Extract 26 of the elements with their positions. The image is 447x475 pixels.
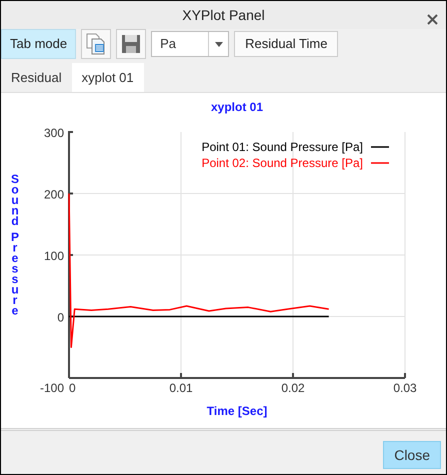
tick-label: 0 <box>57 310 64 324</box>
close-button[interactable]: Close <box>383 441 441 469</box>
legend-label: Point 02: Sound Pressure [Pa] <box>202 156 363 170</box>
axis-title: Time [Sec] <box>206 404 268 418</box>
tab[interactable]: Residual <box>1 63 72 92</box>
unit-dropdown[interactable]: Pa <box>151 31 230 57</box>
tick-label: 100 <box>44 249 64 263</box>
tab-mode-button[interactable]: Tab mode <box>1 29 76 59</box>
documents-icon <box>86 33 106 55</box>
tick-label: -100 <box>40 381 64 395</box>
tick-label: 200 <box>44 188 64 202</box>
tick-label: 0.01 <box>169 381 193 395</box>
caret-icon <box>214 42 223 46</box>
axis-title: Sound Pressure <box>11 172 19 318</box>
copy-button[interactable] <box>81 29 112 59</box>
tick-label: 300 <box>44 126 64 140</box>
close-icon[interactable] <box>427 14 438 26</box>
window-title: XYPlot Panel <box>182 6 265 24</box>
residual-time-button[interactable]: Residual Time <box>234 31 338 57</box>
chart-title: xyplot 01 <box>210 100 264 114</box>
tick-label: 0.02 <box>281 381 305 395</box>
tab[interactable]: xyplot 01 <box>72 63 144 92</box>
save-button[interactable] <box>116 29 146 59</box>
tick-label: 0.03 <box>393 381 417 395</box>
legend-label: Point 01: Sound Pressure [Pa] <box>202 140 363 154</box>
tick-label: 0 <box>69 381 76 395</box>
